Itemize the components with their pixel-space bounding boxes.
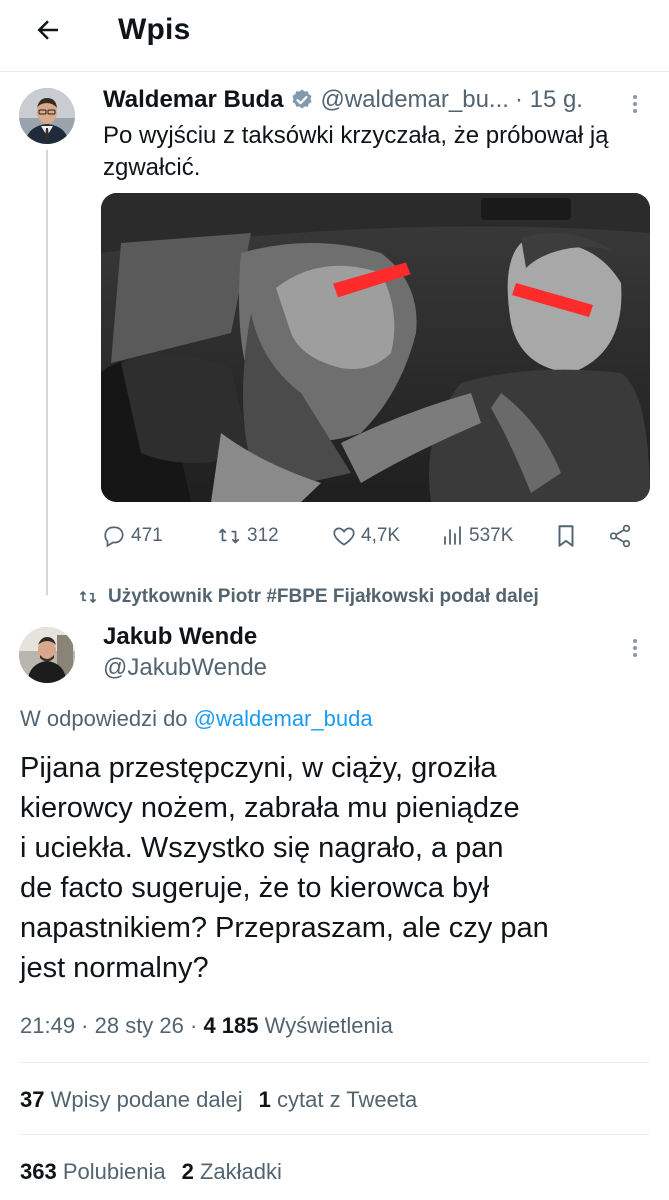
likes-stat-label: Polubienia <box>62 1159 166 1184</box>
author-avatar[interactable] <box>19 88 75 144</box>
page-title: Wpis <box>118 13 191 46</box>
view-count: 4 185 <box>203 1013 259 1038</box>
tweet-timestamp[interactable]: 21:49 · 28 sty 26 · <box>20 1013 197 1038</box>
retweets-stat-count: 37 <box>20 1087 45 1112</box>
author-name[interactable]: Waldemar Buda <box>103 86 283 114</box>
tweet-header: Waldemar Buda @waldemar_bu... · 15 g. <box>103 84 583 116</box>
divider <box>20 1134 649 1135</box>
views-button[interactable]: 537K <box>441 518 513 554</box>
likes-stat[interactable]: 363 Polubienia <box>20 1159 166 1184</box>
bookmark-icon <box>558 525 574 547</box>
tweet-action-bar: 471 312 4,7K 537K <box>101 518 641 554</box>
retweet-count: 312 <box>247 525 279 546</box>
author-handle[interactable]: @waldemar_bu... <box>320 86 508 114</box>
top-bar: Wpis <box>0 0 669 72</box>
tweet-media-image[interactable] <box>101 193 650 502</box>
bookmark-button[interactable] <box>553 518 583 554</box>
retweets-stat-label: Wpisy podane dalej <box>50 1087 243 1112</box>
verified-badge-icon <box>292 89 312 109</box>
bookmarks-stat[interactable]: 2 Zakładki <box>182 1159 282 1184</box>
replying-to-line: W odpowiedzi do @waldemar_buda <box>20 704 373 734</box>
replying-to-label: W odpowiedzi do <box>20 706 188 731</box>
tweet-time[interactable]: · 15 g. <box>515 86 583 114</box>
bookmarks-stat-label: Zakładki <box>199 1159 282 1184</box>
reply-count: 471 <box>131 525 163 546</box>
engagement-stats-row: 37 Wpisy podane dalej 1 cytat z Tweeta <box>20 1084 417 1116</box>
share-button[interactable] <box>607 518 637 554</box>
retweeted-by-text: Użytkownik Piotr #FBPE Fijałkowski podał… <box>108 586 539 607</box>
like-button[interactable]: 4,7K <box>331 518 400 554</box>
tweet-meta: 21:49 · 28 sty 26 · 4 185 Wyświetlenia <box>20 1010 393 1042</box>
retweet-button[interactable]: 312 <box>215 518 279 554</box>
more-options-icon[interactable] <box>626 92 644 116</box>
quotes-stat[interactable]: 1 cytat z Tweeta <box>259 1087 418 1112</box>
bar-chart-icon <box>444 526 461 545</box>
more-options-icon[interactable] <box>626 636 644 660</box>
view-label: Wyświetlenia <box>264 1013 393 1038</box>
likes-stats-row: 363 Polubienia 2 Zakładki <box>20 1156 282 1188</box>
bookmarks-stat-count: 2 <box>181 1159 194 1184</box>
retweeted-by-notice[interactable]: Użytkownik Piotr #FBPE Fijałkowski podał… <box>78 583 539 611</box>
likes-stat-count: 363 <box>20 1159 57 1184</box>
reply-author-name[interactable]: Jakub Wende <box>103 622 257 652</box>
quotes-stat-count: 1 <box>258 1087 271 1112</box>
arrow-left-icon <box>37 20 58 40</box>
back-button[interactable] <box>28 10 68 50</box>
views-count: 537K <box>469 525 514 546</box>
divider <box>20 1062 649 1063</box>
thread-connector-line <box>46 150 48 595</box>
reply-author-avatar[interactable] <box>19 627 75 683</box>
reply-button[interactable]: 471 <box>101 518 163 554</box>
retweets-stat[interactable]: 37 Wpisy podane dalej <box>20 1087 243 1112</box>
quotes-stat-label: cytat z Tweeta <box>277 1087 418 1112</box>
reply-icon <box>104 526 124 548</box>
retweet-icon <box>218 528 240 544</box>
retweet-icon <box>80 591 96 603</box>
reply-author-handle[interactable]: @JakubWende <box>103 653 267 683</box>
tweet-text: Po wyjściu z taksówki krzyczała, że prób… <box>103 122 609 181</box>
like-count: 4,7K <box>361 525 401 546</box>
heart-icon <box>333 527 355 546</box>
reply-text: Pijana przestępczyni, w ciąży, groziła k… <box>20 752 549 984</box>
share-icon <box>609 524 631 548</box>
replying-to-handle-link[interactable]: @waldemar_buda <box>194 706 373 731</box>
